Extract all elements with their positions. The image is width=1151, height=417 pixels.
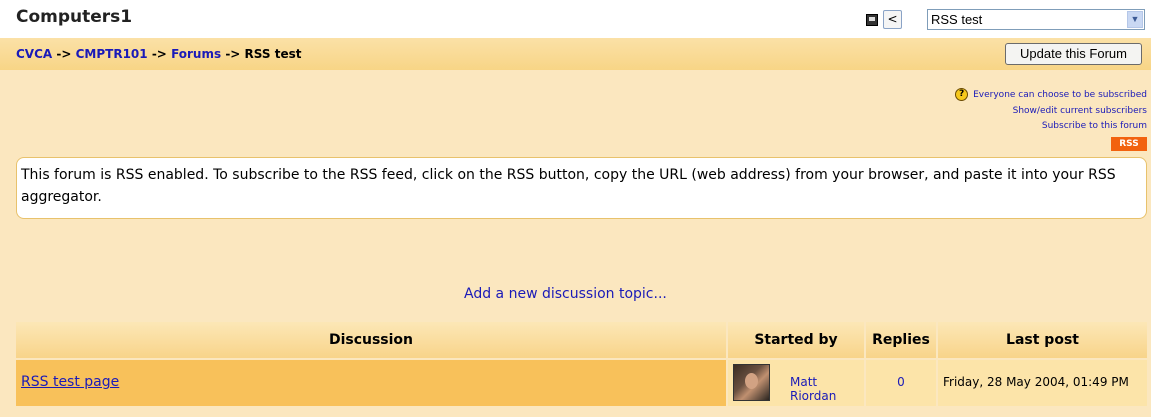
column-header-last-post: Last post	[938, 322, 1147, 358]
update-forum-button[interactable]: Update this Forum	[1005, 43, 1142, 65]
subscription-mode-line: ? Everyone can choose to be subscribed	[955, 88, 1147, 104]
replies-cell: 0	[866, 360, 938, 406]
breadcrumb-current: RSS test	[244, 47, 302, 61]
help-icon[interactable]: ?	[955, 88, 969, 101]
navigation-bar: CVCA -> CMPTR101 -> Forums -> RSS test U…	[0, 38, 1151, 70]
last-post-cell: Friday, 28 May 2004, 01:49 PM	[938, 360, 1147, 406]
site-title: Computers1	[16, 7, 133, 27]
chevron-down-icon[interactable]: ▼	[1127, 11, 1143, 28]
column-header-replies: Replies	[866, 322, 938, 358]
top-header: Computers1 < RSS test ▼	[0, 0, 1151, 38]
subscription-panel: ? Everyone can choose to be subscribed Sh…	[955, 88, 1147, 152]
starter-name-link[interactable]: Matt Riordan	[790, 375, 864, 403]
reply-count-link[interactable]: 0	[866, 375, 936, 389]
breadcrumb-separator: ->	[151, 47, 167, 61]
column-header-discussion: Discussion	[16, 322, 728, 358]
add-discussion-topic-link[interactable]: Add a new discussion topic...	[464, 286, 667, 302]
column-header-started-by: Started by	[728, 322, 866, 358]
breadcrumb-link-forums[interactable]: Forums	[171, 47, 221, 61]
previous-activity-button[interactable]: <	[883, 10, 902, 29]
rss-button[interactable]: RSS	[1111, 136, 1147, 151]
breadcrumb-link-cvca[interactable]: CVCA	[16, 47, 52, 61]
forum-jump-select-value: RSS test	[931, 12, 983, 27]
subscribe-forum-link[interactable]: Subscribe to this forum	[1042, 121, 1147, 131]
table-row: RSS test page Matt Riordan 0 Friday, 28 …	[16, 360, 1147, 406]
forum-jump-select[interactable]: RSS test ▼	[927, 9, 1145, 30]
save-icon[interactable]	[866, 14, 878, 26]
discussion-table-header: Discussion Started by Replies Last post	[16, 322, 1147, 358]
started-by-cell: Matt Riordan	[728, 360, 866, 406]
breadcrumb: CVCA -> CMPTR101 -> Forums -> RSS test	[16, 47, 301, 61]
discussion-topic-link[interactable]: RSS test page	[21, 374, 119, 390]
forum-intro-box: This forum is RSS enabled. To subscribe …	[16, 157, 1147, 219]
last-post-date[interactable]: Friday, 28 May 2004, 01:49 PM	[943, 375, 1129, 389]
breadcrumb-separator: ->	[225, 47, 241, 61]
breadcrumb-link-course[interactable]: CMPTR101	[76, 47, 148, 61]
subscription-mode-link[interactable]: Everyone can choose to be subscribed	[973, 90, 1147, 100]
avatar[interactable]	[733, 364, 770, 401]
breadcrumb-separator: ->	[56, 47, 72, 61]
show-edit-subscribers-link[interactable]: Show/edit current subscribers	[1013, 106, 1147, 116]
discussion-cell: RSS test page	[16, 360, 728, 406]
